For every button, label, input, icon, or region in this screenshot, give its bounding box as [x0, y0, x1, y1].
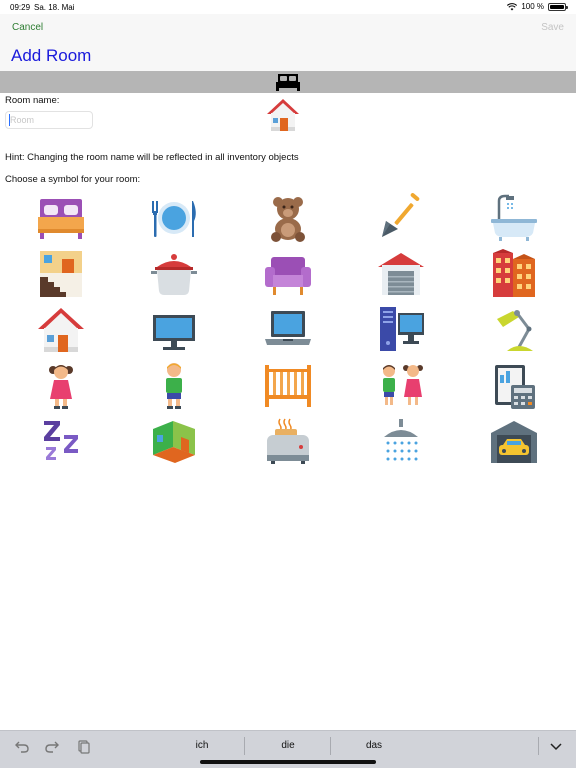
- calculator-icon: [495, 365, 535, 409]
- toolbar-divider: [538, 737, 539, 755]
- symbol-sofa[interactable]: [261, 248, 315, 300]
- desk-lamp-icon: [497, 310, 533, 351]
- monitor-icon: [153, 315, 195, 350]
- hide-keyboard-icon[interactable]: [548, 738, 564, 754]
- symbol-car-garage[interactable]: [487, 416, 541, 468]
- shovel-icon: [382, 193, 420, 237]
- symbol-calculator[interactable]: [487, 360, 541, 412]
- redo-icon[interactable]: [44, 738, 60, 754]
- symbol-garage[interactable]: [374, 248, 428, 300]
- baby-crib-icon: [265, 365, 311, 407]
- status-bar: 09:29 Sa. 18. Mai 100 %: [0, 0, 576, 14]
- house-icon: [267, 99, 299, 131]
- symbol-girl[interactable]: [34, 360, 88, 412]
- bed-icon: [276, 74, 300, 91]
- symbol-double-bed[interactable]: [34, 192, 88, 244]
- symbol-baby-crib[interactable]: [261, 360, 315, 412]
- suggestion-divider: [244, 737, 245, 755]
- status-date: Sa. 18. Mai: [34, 3, 75, 12]
- hint-text: Hint: Changing the room name will be ref…: [5, 152, 299, 163]
- sleep-zzz-icon: [44, 421, 78, 460]
- symbol-cooking-pot[interactable]: [147, 248, 201, 300]
- boy-icon: [166, 363, 182, 409]
- selected-symbol-preview: [265, 97, 301, 133]
- children-icon: [383, 365, 423, 405]
- section-header: [0, 71, 576, 93]
- symbol-apartment-building[interactable]: [487, 248, 541, 300]
- symbol-house[interactable]: [34, 304, 88, 356]
- double-bed-icon: [38, 199, 84, 239]
- symbol-teddy-bear[interactable]: [261, 192, 315, 244]
- suggestion-divider: [330, 737, 331, 755]
- symbol-laptop[interactable]: [261, 304, 315, 356]
- suggestion-1[interactable]: ich: [172, 740, 232, 751]
- house-icon: [38, 308, 84, 352]
- symbol-children[interactable]: [374, 360, 428, 412]
- shower-icon: [384, 419, 418, 461]
- status-time: 09:29: [10, 3, 31, 12]
- save-button[interactable]: Save: [541, 22, 564, 33]
- room-name-input[interactable]: [5, 111, 93, 129]
- symbol-sleep[interactable]: [34, 416, 88, 468]
- laptop-icon: [265, 311, 311, 345]
- symbol-shower[interactable]: [374, 416, 428, 468]
- room-name-label: Room name:: [5, 95, 60, 106]
- symbol-bathtub[interactable]: [487, 192, 541, 244]
- symbol-picker-label: Choose a symbol for your room:: [5, 174, 141, 185]
- status-right: 100 %: [507, 2, 568, 11]
- room-3d-icon: [153, 421, 195, 463]
- undo-icon[interactable]: [14, 738, 30, 754]
- apartment-building-icon: [493, 249, 535, 297]
- garage-icon: [378, 253, 424, 295]
- text-caret: [9, 114, 10, 126]
- teddy-bear-icon: [271, 197, 305, 242]
- symbol-desktop-computer[interactable]: [374, 304, 428, 356]
- symbol-monitor[interactable]: [147, 304, 201, 356]
- symbol-boy[interactable]: [147, 360, 201, 412]
- symbol-shovel[interactable]: [374, 192, 428, 244]
- navigation-bar: Cancel Save Add Room: [0, 14, 576, 71]
- sofa-icon: [265, 257, 311, 295]
- cooking-pot-icon: [151, 254, 197, 295]
- cancel-button[interactable]: Cancel: [12, 22, 43, 33]
- suggestion-2[interactable]: die: [258, 740, 318, 751]
- dining-plate-icon: [152, 201, 196, 237]
- symbol-toaster[interactable]: [261, 416, 315, 468]
- home-indicator: [200, 760, 376, 764]
- suggestion-3[interactable]: das: [344, 740, 404, 751]
- bathtub-icon: [491, 194, 537, 241]
- symbol-desk-lamp[interactable]: [487, 304, 541, 356]
- car-garage-icon: [491, 421, 537, 463]
- symbol-grid: [0, 192, 576, 472]
- wifi-icon: [507, 2, 518, 10]
- symbol-room-3d[interactable]: [147, 416, 201, 468]
- battery-icon: [548, 2, 568, 11]
- battery-percentage: 100 %: [521, 2, 544, 11]
- desktop-computer-icon: [380, 307, 424, 351]
- symbol-dining-plate[interactable]: [147, 192, 201, 244]
- paste-icon[interactable]: [76, 738, 92, 754]
- page-title: Add Room: [11, 46, 92, 65]
- attic-stairs-icon: [40, 251, 82, 297]
- toaster-icon: [267, 418, 309, 464]
- symbol-attic-stairs[interactable]: [34, 248, 88, 300]
- girl-icon: [49, 365, 73, 409]
